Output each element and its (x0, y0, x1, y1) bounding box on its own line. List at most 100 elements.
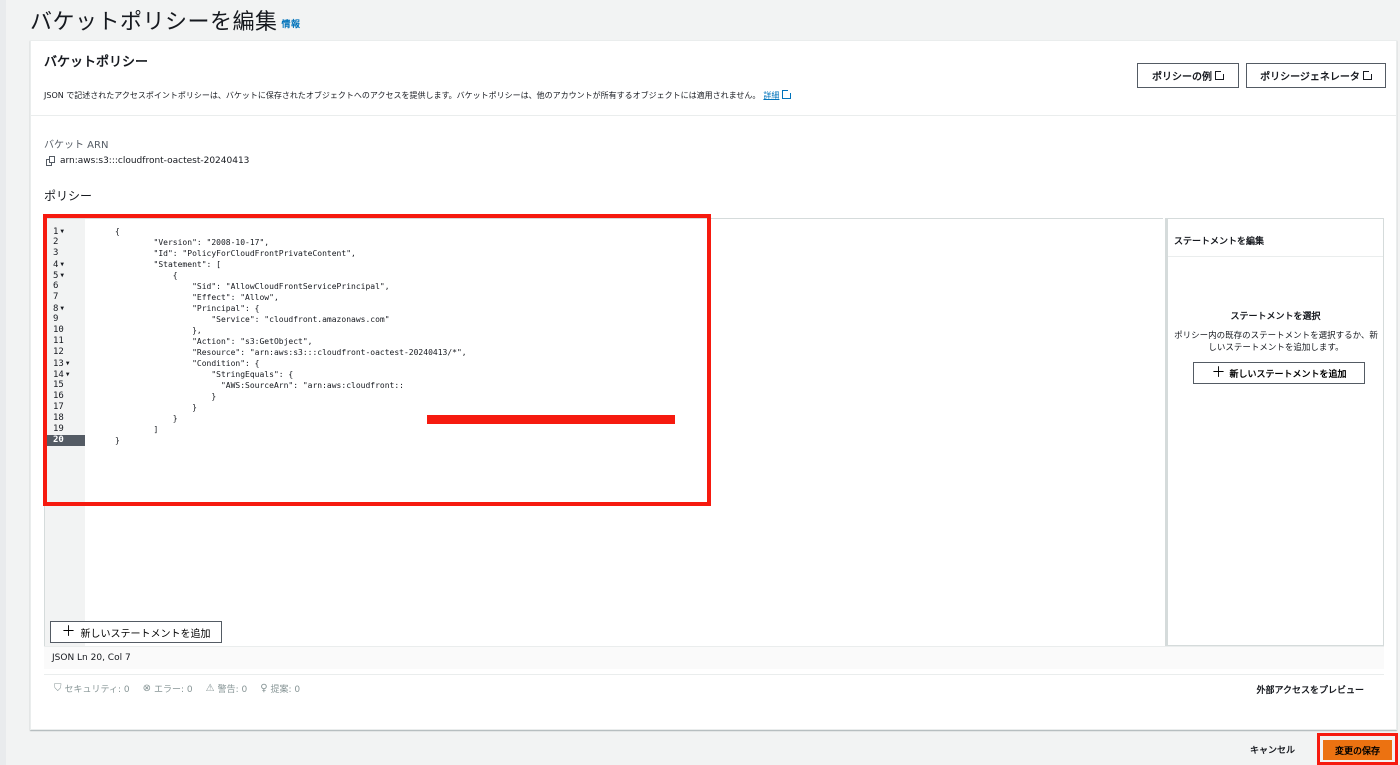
line-number: 14 ▼ (45, 369, 85, 380)
code-line[interactable]: "StringEquals": { (115, 369, 293, 380)
code-line[interactable]: } (115, 391, 216, 402)
save-changes-button[interactable]: 変更の保存 (1323, 740, 1392, 760)
line-number: 3 (53, 248, 59, 258)
fold-icon[interactable]: ▼ (60, 261, 64, 268)
line-number: 10 (53, 325, 64, 335)
line-number: 11 (53, 336, 64, 346)
external-link-icon (1215, 70, 1225, 80)
line-number: 12 (53, 347, 64, 357)
cancel-button[interactable]: キャンセル (1250, 743, 1295, 756)
line-number-text: 8 (53, 304, 59, 314)
suggestion-count-text: 提案: 0 (270, 684, 301, 695)
line-number: 9 (53, 314, 59, 324)
add-statement-button[interactable]: ＋ 新しいステートメントを追加 (50, 621, 222, 643)
code-line[interactable]: }, (115, 325, 202, 336)
panel-description: JSON で記述されたアクセスポイントポリシーは、バケットに保存されたオブジェク… (44, 89, 793, 101)
code-line[interactable]: "Id": "PolicyForCloudFrontPrivateContent… (115, 248, 356, 259)
plus-icon: ＋ (1211, 365, 1226, 381)
code-line[interactable]: "Principal": { (115, 303, 259, 314)
bucket-arn-value: arn:aws:s3:::cloudfront-oactest-20240413 (60, 156, 250, 166)
side-add-statement-label: 新しいステートメントを追加 (1229, 369, 1347, 380)
line-number: 6 (53, 281, 59, 291)
security-count-text: セキュリティ: 0 (64, 684, 130, 695)
code-area[interactable]: { "Version": "2008-10-17", "Id": "Policy… (85, 219, 1163, 647)
page-title: バケットポリシーを編集 情報 (30, 4, 301, 36)
code-line[interactable]: "AWS:SourceArn": "arn:aws:cloudfront:: (115, 380, 404, 391)
statement-side-panel: ステートメントを編集 ステートメントを選択 ポリシー内の既存のステートメントを選… (1165, 218, 1384, 646)
line-number: 7 (53, 292, 59, 302)
fold-icon[interactable]: ▼ (66, 371, 70, 378)
line-number: 4 ▼ (45, 259, 85, 270)
plus-icon: ＋ (61, 624, 76, 640)
line-number: 2 (53, 237, 59, 247)
line-number: 19 (53, 424, 64, 434)
policy-generator-button[interactable]: ポリシージェネレータ (1246, 63, 1386, 88)
side-add-statement-button[interactable]: ＋ 新しいステートメントを追加 (1193, 362, 1365, 384)
line-number: 13 ▼ (45, 358, 85, 369)
line-number-text: 5 (53, 271, 59, 281)
line-number-active: 20 (45, 435, 85, 446)
code-line[interactable]: } (115, 413, 178, 424)
policy-example-label: ポリシーの例 (1152, 72, 1212, 83)
line-number: 1 ▼ (45, 226, 85, 237)
fold-icon[interactable]: ▼ (60, 272, 64, 279)
code-line[interactable]: "Condition": { (115, 358, 259, 369)
page-title-text: バケットポリシーを編集 (30, 10, 278, 35)
suggestion-count[interactable]: ♀ 提案: 0 (260, 682, 300, 695)
code-line[interactable]: "Resource": "arn:aws:s3:::cloudfront-oac… (115, 347, 467, 358)
line-number-text: 4 (53, 260, 59, 270)
side-panel-empty-title: ステートメントを選択 (1230, 312, 1321, 322)
line-number: 17 (53, 402, 64, 412)
redaction-bar (427, 415, 675, 424)
code-line[interactable]: } (115, 435, 120, 446)
policy-example-button[interactable]: ポリシーの例 (1137, 63, 1239, 88)
code-line[interactable]: } (115, 402, 197, 413)
error-count-text: エラー: 0 (153, 684, 193, 695)
details-link[interactable]: 詳細 (763, 89, 793, 100)
external-link-icon (1362, 70, 1373, 80)
line-number: 15 (53, 380, 64, 390)
code-line[interactable]: "Service": "cloudfront.amazonaws.com" (115, 314, 389, 325)
warning-icon: ⚠ (205, 682, 215, 694)
line-number-text: 13 (53, 359, 64, 369)
info-link[interactable]: 情報 (282, 20, 301, 30)
fold-icon[interactable]: ▼ (60, 305, 64, 312)
code-line[interactable]: { (115, 270, 178, 281)
fold-icon[interactable]: ▼ (66, 360, 70, 367)
add-statement-label: 新しいステートメントを追加 (80, 628, 211, 640)
policy-editor[interactable]: 1 ▼ 2 3 4 ▼ 5 ▼ 6 7 8 ▼ 9 10 11 12 13 ▼ 14 ▼ 1… (44, 218, 1163, 647)
policy-label: ポリシー (44, 189, 93, 203)
code-line[interactable]: "Sid": "AllowCloudFrontServicePrincipal"… (115, 281, 389, 292)
code-line[interactable]: ] (115, 424, 159, 435)
code-line[interactable]: "Statement": [ (115, 259, 221, 270)
code-line[interactable]: { (115, 226, 120, 237)
panel-description-text: JSON で記述されたアクセスポイントポリシーは、バケットに保存されたオブジェク… (44, 91, 761, 100)
line-number-gutter: 1 ▼ 2 3 4 ▼ 5 ▼ 6 7 8 ▼ 9 10 11 12 13 ▼ 14 ▼ 1… (45, 219, 85, 647)
panel-header: バケットポリシー JSON で記述されたアクセスポイントポリシーは、バケットに保… (31, 41, 1396, 116)
code-line[interactable]: "Action": "s3:GetObject", (115, 336, 312, 347)
line-number: 8 ▼ (45, 303, 85, 314)
security-count[interactable]: ⛉ セキュリティ: 0 (54, 682, 130, 695)
bucket-arn-label: バケット ARN (44, 140, 109, 151)
code-line[interactable]: "Effect": "Allow", (115, 292, 279, 303)
error-icon: ⊗ (142, 682, 151, 694)
side-panel-title: ステートメントを編集 (1168, 219, 1383, 257)
fold-icon[interactable]: ▼ (60, 228, 64, 235)
side-panel-empty-description: ポリシー内の既存のステートメントを選択するか、新しいステートメントを追加します。 (1174, 331, 1378, 353)
validation-bar: ⛉ セキュリティ: 0 ⊗ エラー: 0 ⚠ 警告: 0 ♀ 提案: 0 外部アクセスを… (44, 674, 1384, 701)
details-link-label[interactable]: 詳細 (763, 91, 779, 100)
line-number: 18 (53, 413, 64, 423)
preview-external-access-link[interactable]: 外部アクセスをプレビュー (1256, 683, 1364, 696)
warning-count-text: 警告: 0 (217, 684, 248, 695)
code-line[interactable]: "Version": "2008-10-17", (115, 237, 270, 248)
warning-count[interactable]: ⚠ 警告: 0 (206, 682, 248, 695)
shield-icon: ⛉ (54, 682, 62, 694)
cursor-status: JSON Ln 20, Col 7 (52, 653, 131, 663)
line-number: 5 ▼ (45, 270, 85, 281)
line-number-text: 1 (53, 227, 59, 237)
copy-icon[interactable] (46, 156, 55, 166)
bucket-policy-panel: バケットポリシー JSON で記述されたアクセスポイントポリシーは、バケットに保… (30, 40, 1397, 730)
error-count[interactable]: ⊗ エラー: 0 (143, 682, 193, 695)
line-number: 16 (53, 391, 64, 401)
external-link-icon (782, 89, 793, 99)
